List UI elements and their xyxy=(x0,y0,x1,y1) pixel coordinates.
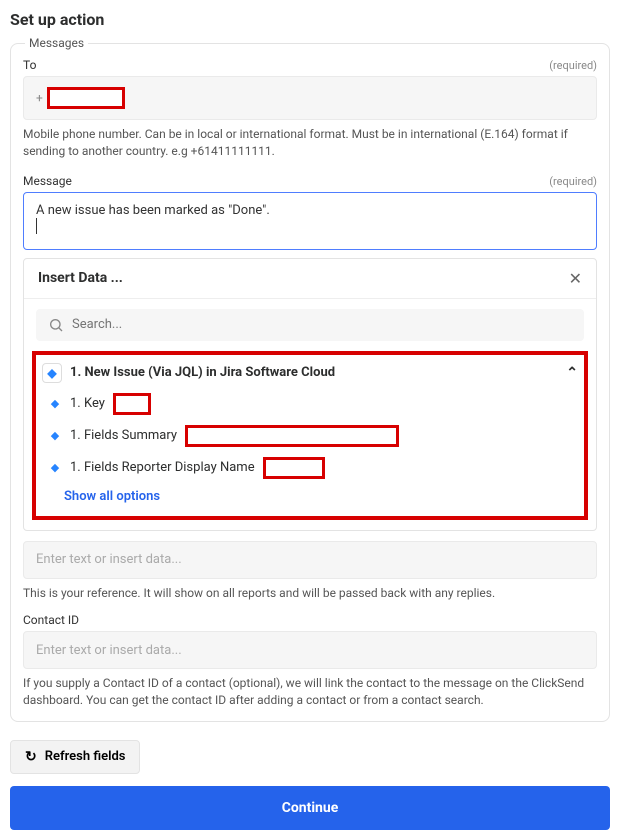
contact-id-help: If you supply a Contact ID of a contact … xyxy=(23,675,597,709)
redacted-value xyxy=(113,393,151,415)
data-item-label: 1. Fields Reporter Display Name xyxy=(70,460,255,475)
redacted-value xyxy=(263,457,325,479)
refresh-icon: ↻ xyxy=(25,749,37,765)
continue-button[interactable]: Continue xyxy=(10,786,610,830)
page-title: Set up action xyxy=(10,10,610,29)
data-item-reporter[interactable]: ◆ 1. Fields Reporter Display Name xyxy=(48,457,578,479)
message-input[interactable]: A new issue has been marked as "Done". xyxy=(23,192,597,250)
jira-icon: ◆ xyxy=(48,429,62,443)
to-input[interactable]: + xyxy=(23,76,597,120)
insert-data-panel: Insert Data ... ✕ ◆ 1. New Issue (Via JQ… xyxy=(23,258,597,531)
data-item-label: 1. Key xyxy=(70,396,105,411)
text-cursor xyxy=(36,218,37,234)
jira-icon: ◆ xyxy=(48,461,62,475)
close-icon[interactable]: ✕ xyxy=(569,269,582,288)
data-item-label: 1. Fields Summary xyxy=(70,428,177,443)
chevron-up-icon: ⌃ xyxy=(566,365,578,381)
search-input[interactable] xyxy=(72,317,572,332)
field-row-message: Message (required) xyxy=(23,174,597,188)
message-required: (required) xyxy=(549,175,597,188)
contact-id-input[interactable]: Enter text or insert data... xyxy=(23,631,597,669)
insert-search[interactable] xyxy=(36,309,584,341)
reference-input[interactable]: Enter text or insert data... xyxy=(23,541,597,579)
redacted-value xyxy=(185,425,399,447)
message-value: A new issue has been marked as "Done". xyxy=(36,203,270,218)
data-source-title: 1. New Issue (Via JQL) in Jira Software … xyxy=(70,365,335,380)
refresh-fields-button[interactable]: ↻ Refresh fields xyxy=(10,740,140,774)
jira-icon: ◆ xyxy=(48,397,62,411)
data-item-summary[interactable]: ◆ 1. Fields Summary xyxy=(48,425,578,447)
reference-help: This is your reference. It will show on … xyxy=(23,585,597,602)
plus-icon: + xyxy=(36,91,43,105)
to-help: Mobile phone number. Can be in local or … xyxy=(23,126,597,160)
field-row-to: To (required) xyxy=(23,58,597,72)
to-label: To xyxy=(23,58,36,72)
redacted-phone xyxy=(47,87,125,109)
fieldset-legend: Messages xyxy=(25,36,88,50)
data-source-header[interactable]: ◆ 1. New Issue (Via JQL) in Jira Softwar… xyxy=(42,363,578,383)
insert-data-header: Insert Data ... ✕ xyxy=(24,259,596,299)
refresh-label: Refresh fields xyxy=(45,749,126,764)
data-item-key[interactable]: ◆ 1. Key xyxy=(48,393,578,415)
to-required: (required) xyxy=(549,59,597,72)
data-source-block: ◆ 1. New Issue (Via JQL) in Jira Softwar… xyxy=(32,351,588,520)
message-label: Message xyxy=(23,174,72,188)
insert-data-title: Insert Data ... xyxy=(38,270,123,286)
jira-icon: ◆ xyxy=(42,363,62,383)
show-all-options[interactable]: Show all options xyxy=(64,489,578,504)
contact-id-label: Contact ID xyxy=(23,613,597,627)
search-icon xyxy=(48,317,64,333)
messages-fieldset: Messages To (required) + Mobile phone nu… xyxy=(10,43,610,722)
